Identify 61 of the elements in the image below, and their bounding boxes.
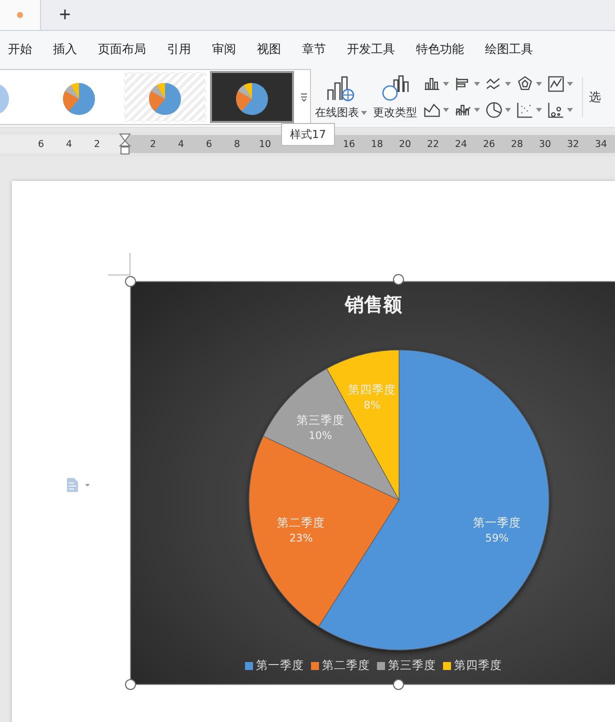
legend-swatch bbox=[377, 662, 385, 670]
chart-style-thumbnail[interactable] bbox=[210, 71, 294, 123]
legend-label: 第二季度 bbox=[322, 658, 370, 673]
pie-slice[interactable] bbox=[262, 368, 400, 500]
ruler-number: 24 bbox=[454, 138, 468, 150]
resize-handle[interactable] bbox=[393, 274, 404, 285]
legend-label: 第三季度 bbox=[388, 658, 436, 673]
tooltip: 样式17 bbox=[281, 123, 335, 146]
button-label: 在线图表 bbox=[315, 105, 359, 120]
resize-handle[interactable] bbox=[393, 679, 404, 690]
ribbon-button-label[interactable]: 选 bbox=[582, 77, 601, 117]
menu-tab[interactable]: 开始 bbox=[8, 40, 32, 58]
data-label: 第二季度 23% bbox=[277, 515, 326, 544]
legend-swatch bbox=[443, 662, 451, 670]
menu-tab[interactable]: 开发工具 bbox=[347, 40, 395, 58]
unsaved-dot-icon bbox=[17, 12, 23, 18]
legend-swatch bbox=[245, 662, 253, 670]
ruler-number: 28 bbox=[510, 138, 524, 150]
legend-swatch bbox=[311, 662, 319, 670]
ruler-number: 8 bbox=[232, 138, 242, 150]
new-tab-button[interactable]: + bbox=[41, 0, 89, 30]
ruler-number: 6 bbox=[36, 138, 46, 150]
data-label: 第三季度 10% bbox=[296, 413, 344, 442]
ruler-number: 4 bbox=[64, 138, 74, 150]
resize-handle[interactable] bbox=[125, 276, 136, 287]
legend-label: 第一季度 bbox=[256, 658, 304, 673]
indent-marker-icon[interactable] bbox=[119, 133, 131, 155]
ruler-number: 22 bbox=[426, 138, 440, 150]
menu-tab[interactable]: 章节 bbox=[302, 40, 326, 58]
ruler-number: 2 bbox=[92, 138, 102, 150]
chart-type-icon bbox=[380, 74, 410, 102]
ruler-number: 30 bbox=[538, 138, 552, 150]
ruler-number: 10 bbox=[258, 138, 272, 150]
legend-label: 第四季度 bbox=[454, 658, 502, 673]
ruler-number: 6 bbox=[204, 138, 214, 150]
data-label: 第四季度 8% bbox=[348, 382, 396, 412]
menu-tab[interactable]: 页面布局 bbox=[98, 40, 146, 58]
change-type-button[interactable]: 更改类型 bbox=[371, 74, 419, 120]
ruler-number: 32 bbox=[566, 138, 580, 150]
menu-tab[interactable]: 引用 bbox=[167, 40, 191, 58]
online-chart-button[interactable]: 在线图表 bbox=[313, 74, 369, 120]
ruler-number: 4 bbox=[176, 138, 186, 150]
more-styles-icon[interactable] bbox=[300, 91, 308, 103]
resize-handle[interactable] bbox=[125, 679, 136, 690]
menu-tab[interactable]: 特色功能 bbox=[416, 40, 464, 58]
menu-tab[interactable]: 插入 bbox=[53, 40, 77, 58]
caret-icon bbox=[361, 110, 367, 114]
chart-title: 销售额 bbox=[345, 293, 402, 318]
menu-tab[interactable]: 视图 bbox=[257, 40, 281, 58]
ruler-number: 2 bbox=[148, 138, 158, 150]
ruler-number: 20 bbox=[398, 138, 412, 150]
ruler-number: 18 bbox=[370, 138, 384, 150]
chart-globe-icon bbox=[326, 74, 356, 102]
chart-style-thumbnail[interactable] bbox=[124, 72, 206, 122]
pie-chart[interactable]: 销售额 第一季度 59% 第二季度 23% 第三季度 10% 第四季度 8% 第一季度 第二季度 第三季度 第四季度 bbox=[130, 281, 615, 685]
ruler-number: 34 bbox=[594, 138, 608, 150]
ruler-number: 16 bbox=[342, 138, 356, 150]
menu-tab[interactable]: 审阅 bbox=[212, 40, 236, 58]
menu-tab[interactable]: 绘图工具 bbox=[485, 40, 533, 58]
ruler-number: 26 bbox=[482, 138, 496, 150]
data-label: 第一季度 59% bbox=[472, 515, 521, 544]
